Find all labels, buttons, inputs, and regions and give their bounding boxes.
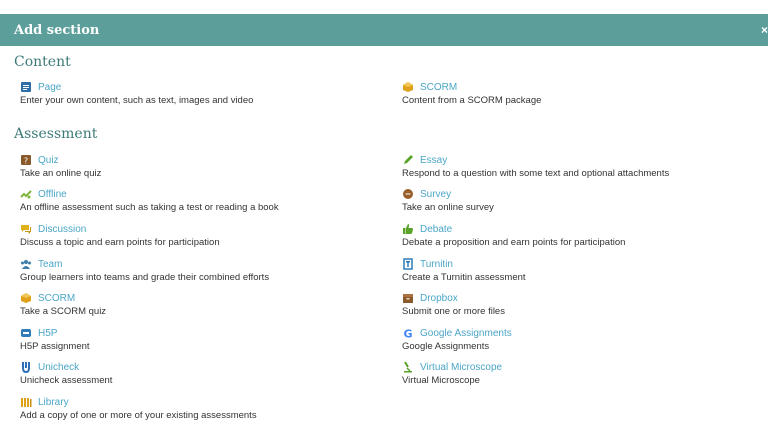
assessment-item-team[interactable]: Team Group learners into teams and grade… <box>20 257 390 285</box>
assessment-item-label[interactable]: Discussion <box>38 224 86 235</box>
dialog-header: Add section × <box>0 14 768 46</box>
assessment-item-desc: Take an online quiz <box>20 168 102 179</box>
unicheck-icon <box>20 361 32 373</box>
assessment-item-survey[interactable]: Survey Take an online survey <box>402 187 768 215</box>
assessment-item-google-assignments[interactable]: G Google Assignments Google Assignments <box>402 326 768 354</box>
assessment-item-virtual-microscope[interactable]: Virtual Microscope Virtual Microscope <box>402 360 768 388</box>
content-section-title: Content <box>14 54 71 70</box>
svg-text:G: G <box>403 328 412 340</box>
assessment-item-label[interactable]: Google Assignments <box>420 328 512 339</box>
turnitin-icon <box>402 258 414 270</box>
assessment-item-label[interactable]: Quiz <box>38 155 59 166</box>
assessment-item-desc: Take a SCORM quiz <box>20 306 107 317</box>
svg-text:?: ? <box>24 157 28 166</box>
assessment-item-discussion[interactable]: Discussion Discuss a topic and earn poin… <box>20 222 390 250</box>
assessment-item-label[interactable]: Debate <box>420 224 452 235</box>
assessment-item-label[interactable]: Survey <box>420 189 451 200</box>
assessment-item-desc: Respond to a question with some text and… <box>402 168 670 179</box>
library-icon <box>20 396 32 408</box>
assessment-item-label[interactable]: Virtual Microscope <box>420 362 502 373</box>
assessment-item-desc: Create a Turnitin assessment <box>402 272 526 283</box>
assessment-item-scorm[interactable]: SCORM Take a SCORM quiz <box>20 291 390 319</box>
content-item-label[interactable]: Page <box>38 82 61 93</box>
assessment-item-desc: Add a copy of one or more of your existi… <box>20 410 257 421</box>
assessment-item-desc: Debate a proposition and earn points for… <box>402 237 626 248</box>
assessment-item-desc: Discuss a topic and earn points for part… <box>20 237 220 248</box>
assessment-item-label[interactable]: Unicheck <box>38 362 79 373</box>
close-icon[interactable]: × <box>760 23 768 37</box>
assessment-item-essay[interactable]: Essay Respond to a question with some te… <box>402 153 768 181</box>
assessment-item-library[interactable]: Library Add a copy of one or more of you… <box>20 395 390 423</box>
assessment-item-desc: H5P assignment <box>20 341 90 352</box>
assessment-item-quiz[interactable]: ? Quiz Take an online quiz <box>20 153 390 181</box>
assessment-item-desc: Virtual Microscope <box>402 375 480 386</box>
microscope-icon <box>402 361 414 373</box>
assessment-item-desc: An offline assessment such as taking a t… <box>20 202 279 213</box>
assessment-item-label[interactable]: Library <box>38 397 69 408</box>
page-icon <box>20 81 32 93</box>
assessment-item-desc: Group learners into teams and grade thei… <box>20 272 270 283</box>
content-item-scorm[interactable]: SCORM Content from a SCORM package <box>402 80 768 108</box>
assessment-item-turnitin[interactable]: Turnitin Create a Turnitin assessment <box>402 257 768 285</box>
assessment-item-dropbox[interactable]: Dropbox Submit one or more files <box>402 291 768 319</box>
assessment-item-debate[interactable]: Debate Debate a proposition and earn poi… <box>402 222 768 250</box>
content-item-desc: Enter your own content, such as text, im… <box>20 95 254 106</box>
assessment-item-desc: Google Assignments <box>402 341 490 352</box>
scorm-icon <box>20 292 32 304</box>
assessment-item-desc: Take an online survey <box>402 202 494 213</box>
content-item-label[interactable]: SCORM <box>420 82 457 93</box>
offline-icon <box>20 188 32 200</box>
assessment-item-label[interactable]: Dropbox <box>420 293 458 304</box>
assessment-item-desc: Unicheck assessment <box>20 375 113 386</box>
team-icon <box>20 258 32 270</box>
thumbs-up-icon <box>402 223 414 235</box>
pen-icon <box>402 154 414 166</box>
survey-icon <box>402 188 414 200</box>
discussion-icon <box>20 223 32 235</box>
scorm-icon <box>402 81 414 93</box>
assessment-item-h5p[interactable]: H5P H5P assignment <box>20 326 390 354</box>
assessment-item-label[interactable]: Essay <box>420 155 447 166</box>
assessment-item-unicheck[interactable]: Unicheck Unicheck assessment <box>20 360 390 388</box>
quiz-icon: ? <box>20 154 32 166</box>
content-item-page[interactable]: Page Enter your own content, such as tex… <box>20 80 390 108</box>
assessment-item-label[interactable]: Turnitin <box>420 259 453 270</box>
assessment-item-offline[interactable]: Offline An offline assessment such as ta… <box>20 187 390 215</box>
assessment-item-label[interactable]: Team <box>38 259 62 270</box>
content-item-desc: Content from a SCORM package <box>402 95 542 106</box>
assessment-item-desc: Submit one or more files <box>402 306 505 317</box>
h5p-icon <box>20 327 32 339</box>
dropbox-icon <box>402 292 414 304</box>
assessment-item-label[interactable]: H5P <box>38 328 57 339</box>
assessment-item-label[interactable]: Offline <box>38 189 67 200</box>
google-icon: G <box>402 327 414 340</box>
dialog-title: Add section <box>14 22 100 38</box>
assessment-item-label[interactable]: SCORM <box>38 293 75 304</box>
assessment-section-title: Assessment <box>14 126 98 142</box>
